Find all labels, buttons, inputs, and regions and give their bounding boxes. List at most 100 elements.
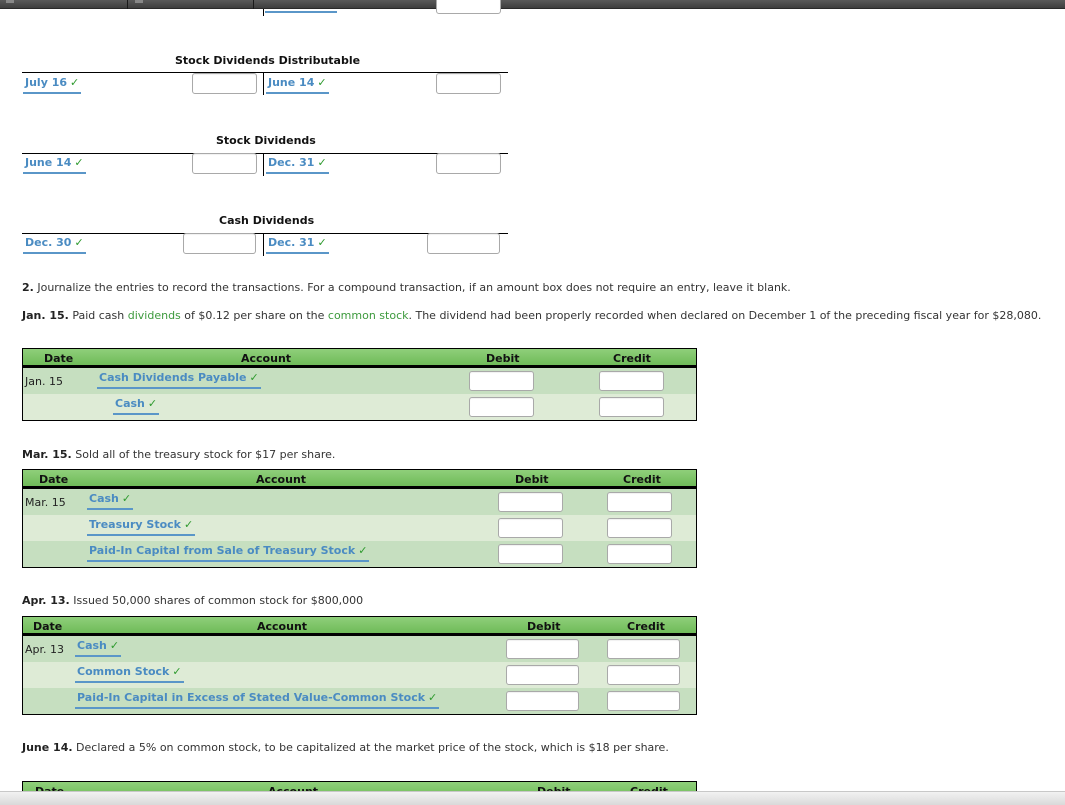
account-dropdown[interactable]: Cash ✓ — [87, 492, 134, 510]
toolbar-separator — [127, 0, 128, 9]
journal-header: Date Account Debit Credit — [23, 349, 696, 368]
date-value: Dec. 31 — [268, 236, 315, 249]
account-value: Paid-In Capital in Excess of Stated Valu… — [77, 691, 426, 704]
date-underline — [265, 11, 337, 13]
t-account-rule — [22, 72, 508, 73]
t-account-rule — [22, 153, 508, 154]
credit-input[interactable] — [607, 544, 672, 564]
header-debit: Debit — [515, 473, 549, 486]
debit-input[interactable] — [498, 518, 563, 538]
check-icon: ✓ — [317, 76, 327, 89]
account-value: Cash — [77, 639, 107, 652]
debit-input[interactable] — [469, 371, 534, 391]
credit-input[interactable] — [607, 665, 680, 685]
transaction-description-june14: June 14. Declared a 5% on common stock, … — [22, 741, 669, 754]
check-icon: ✓ — [109, 639, 120, 652]
check-icon: ✓ — [317, 236, 327, 249]
transaction-description-apr13: Apr. 13. Issued 50,000 shares of common … — [22, 594, 363, 607]
header-credit: Credit — [623, 473, 661, 486]
header-debit: Debit — [527, 620, 561, 633]
check-icon: ✓ — [317, 156, 327, 169]
journal-row: Apr. 13 Cash ✓ — [23, 636, 696, 662]
text-part: . The dividend had been properly recorde… — [408, 309, 1042, 322]
journal-row: Treasury Stock ✓ — [23, 515, 696, 541]
debit-input[interactable] — [506, 639, 579, 659]
account-value: Paid-In Capital from Sale of Treasury St… — [89, 544, 356, 557]
debit-input[interactable] — [506, 691, 579, 711]
credit-date-dropdown[interactable]: Dec. 31 ✓ — [266, 236, 329, 254]
debit-date-dropdown[interactable]: Dec. 30 ✓ — [23, 236, 86, 254]
glossary-link-common-stock[interactable]: common stock — [328, 309, 409, 322]
credit-input[interactable] — [607, 492, 672, 512]
t-account-divider — [263, 153, 264, 176]
account-value: Cash — [115, 397, 145, 410]
debit-input[interactable] — [498, 492, 563, 512]
debit-input[interactable] — [506, 665, 579, 685]
credit-input[interactable] — [599, 397, 664, 417]
glossary-link-dividends[interactable]: dividends — [128, 309, 181, 322]
account-dropdown[interactable]: Paid-In Capital in Excess of Stated Valu… — [75, 691, 440, 709]
toolbar-icon[interactable] — [6, 0, 14, 3]
t-account-divider — [263, 9, 264, 16]
journal-row: Paid-In Capital in Excess of Stated Valu… — [23, 688, 696, 714]
t-account-title: Stock Dividends — [216, 134, 316, 147]
check-icon: ✓ — [121, 492, 132, 505]
transaction-label: Apr. 13. — [22, 594, 70, 607]
journal-table-mar15: Date Account Debit Credit Mar. 15 Cash ✓ … — [22, 469, 697, 568]
header-debit: Debit — [486, 352, 520, 365]
journal-table-apr13: Date Account Debit Credit Apr. 13 Cash ✓ … — [22, 616, 697, 715]
header-date: Date — [33, 620, 63, 633]
check-icon: ✓ — [172, 665, 182, 678]
journal-row: Cash ✓ — [23, 394, 696, 420]
t-account-title: Stock Dividends Distributable — [175, 54, 361, 67]
t-account-divider — [263, 72, 264, 95]
toolbar-separator — [253, 0, 254, 9]
check-icon: ✓ — [249, 371, 259, 384]
debit-input[interactable] — [469, 397, 534, 417]
account-dropdown[interactable]: Treasury Stock ✓ — [87, 518, 196, 536]
date-value: Dec. 31 — [268, 156, 315, 169]
account-dropdown[interactable]: Common Stock ✓ — [75, 665, 184, 683]
check-icon: ✓ — [428, 691, 438, 704]
header-date: Date — [44, 352, 74, 365]
header-account: Account — [257, 620, 308, 633]
t-account-title: Cash Dividends — [219, 214, 315, 227]
date-value: June 14 — [268, 76, 315, 89]
credit-amount-input[interactable] — [436, 153, 501, 174]
account-dropdown[interactable]: Cash ✓ — [75, 639, 122, 657]
debit-date-dropdown[interactable]: June 14 ✓ — [23, 156, 86, 174]
account-value: Common Stock — [77, 665, 170, 678]
horizontal-scrollbar[interactable] — [0, 791, 1065, 805]
credit-input[interactable] — [607, 691, 680, 711]
debit-amount-input[interactable] — [183, 233, 256, 254]
account-dropdown[interactable]: Cash Dividends Payable ✓ — [97, 371, 261, 389]
credit-input[interactable] — [607, 639, 680, 659]
instruction-number: 2. — [22, 281, 34, 294]
credit-input[interactable] — [607, 518, 672, 538]
top-toolbar — [0, 0, 1065, 9]
debit-amount-input[interactable] — [192, 153, 257, 174]
credit-amount-input[interactable] — [427, 233, 500, 254]
journal-row: Jan. 15 Cash Dividends Payable ✓ — [23, 368, 696, 394]
t-account-amount-input[interactable] — [436, 0, 501, 14]
toolbar-icon[interactable] — [135, 0, 143, 3]
account-dropdown[interactable]: Cash ✓ — [113, 397, 160, 415]
text-part: of $0.12 per share on the — [180, 309, 328, 322]
date-value: July 16 — [25, 76, 68, 89]
account-dropdown[interactable]: Paid-In Capital from Sale of Treasury St… — [87, 544, 370, 562]
transaction-label: Mar. 15. — [22, 448, 72, 461]
credit-date-dropdown[interactable]: June 14 ✓ — [266, 76, 329, 94]
check-icon: ✓ — [74, 236, 84, 249]
credit-date-dropdown[interactable]: Dec. 31 ✓ — [266, 156, 329, 174]
debit-input[interactable] — [498, 544, 563, 564]
credit-input[interactable] — [599, 371, 664, 391]
journal-header: Date Account Debit Credit — [23, 617, 696, 636]
row-date: Mar. 15 — [25, 496, 66, 509]
header-account: Account — [256, 473, 307, 486]
credit-amount-input[interactable] — [436, 73, 501, 94]
debit-amount-input[interactable] — [192, 73, 257, 94]
journal-table-jan15: Date Account Debit Credit Jan. 15 Cash D… — [22, 348, 697, 421]
debit-date-dropdown[interactable]: July 16 ✓ — [23, 76, 82, 94]
account-value: Cash — [89, 492, 119, 505]
transaction-text: Declared a 5% on common stock, to be cap… — [72, 741, 669, 754]
